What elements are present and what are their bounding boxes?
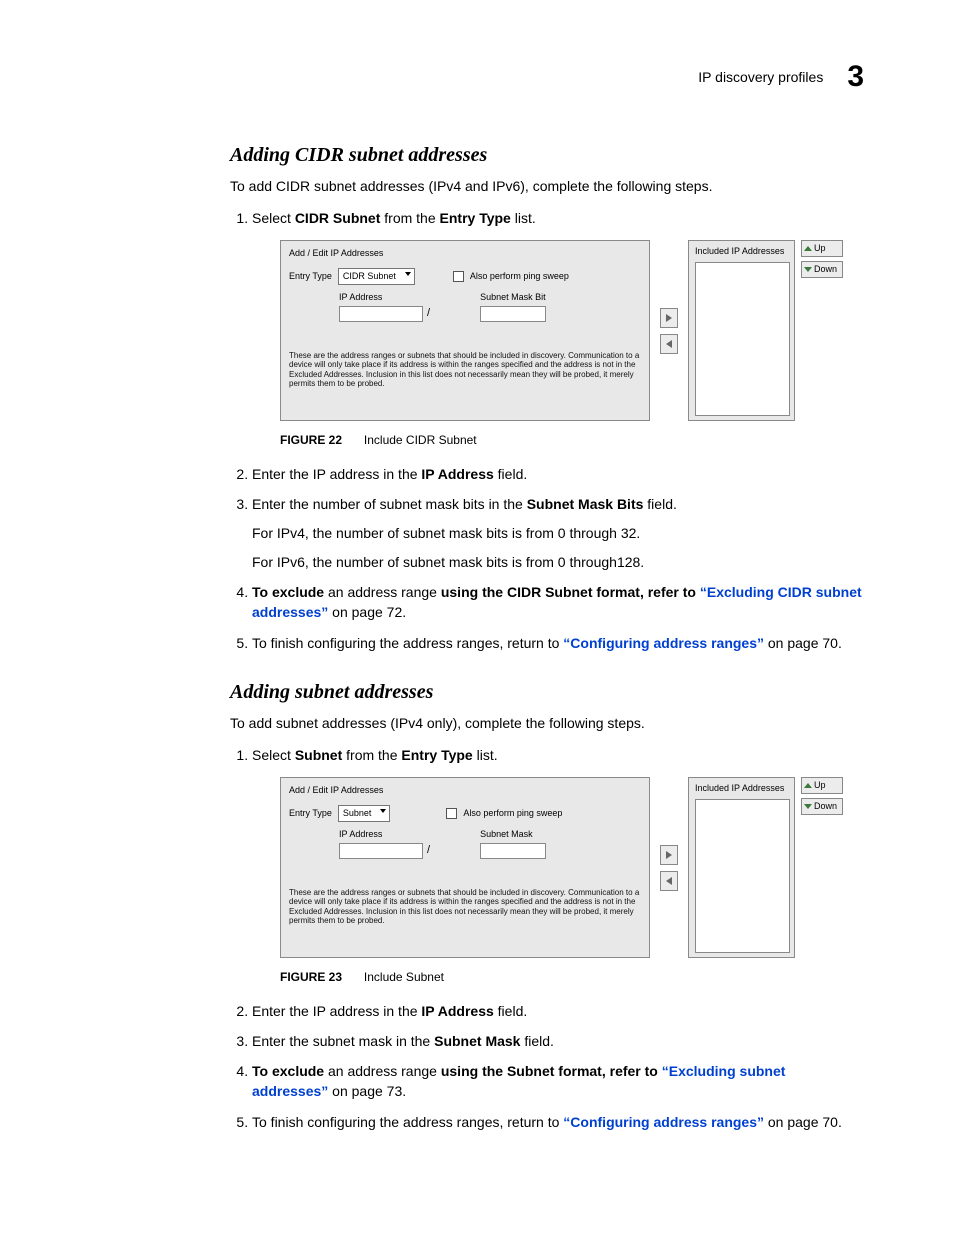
ip-address-label-2: IP Address: [339, 828, 430, 841]
transfer-buttons-2: [660, 777, 678, 958]
move-up-button-2[interactable]: Up: [801, 777, 843, 794]
included-listbox-2[interactable]: [695, 799, 790, 953]
move-right-button[interactable]: [660, 308, 678, 328]
transfer-buttons: [660, 240, 678, 421]
chapter-number: 3: [847, 60, 864, 94]
panel-description-2: These are the address ranges or subnets …: [289, 888, 641, 925]
link-config-ranges-1[interactable]: “Configuring address ranges”: [563, 635, 764, 651]
included-title: Included IP Addresses: [695, 245, 788, 258]
ip-address-input-2[interactable]: [339, 843, 423, 859]
move-left-button[interactable]: [660, 334, 678, 354]
move-up-button[interactable]: Up: [801, 240, 843, 257]
subnet-mask-bit-input[interactable]: [480, 306, 546, 322]
figure-22-caption: FIGURE 22 Include CIDR Subnet: [280, 429, 864, 449]
slash-sep-2: /: [427, 843, 430, 860]
slash-sep: /: [427, 306, 430, 323]
header-title: IP discovery profiles: [698, 69, 823, 85]
chevron-down-icon: [405, 272, 411, 276]
entry-type-select-2[interactable]: Subnet: [338, 805, 391, 822]
section2-step5: To finish configuring the address ranges…: [252, 1112, 864, 1132]
section2-step3: Enter the subnet mask in the Subnet Mask…: [252, 1031, 864, 1051]
triangle-up-icon: [804, 783, 812, 788]
section1-step2: Enter the IP address in the IP Address f…: [252, 464, 864, 484]
triangle-down-icon: [804, 267, 812, 272]
subnet-mask-input-2[interactable]: [480, 843, 546, 859]
panel-title: Add / Edit IP Addresses: [289, 247, 641, 260]
figure-23-dialog: Add / Edit IP Addresses Entry Type Subne…: [280, 777, 885, 958]
section1-step4: To exclude an address range using the CI…: [252, 582, 864, 623]
triangle-down-icon: [804, 804, 812, 809]
ip-address-input[interactable]: [339, 306, 423, 322]
ping-sweep-label-2: Also perform ping sweep: [463, 807, 562, 820]
section2-intro: To add subnet addresses (IPv4 only), com…: [230, 714, 864, 733]
move-down-button[interactable]: Down: [801, 261, 843, 278]
ping-sweep-checkbox[interactable]: [453, 271, 464, 282]
move-right-button-2[interactable]: [660, 845, 678, 865]
ip-address-label: IP Address: [339, 291, 430, 304]
section2-step1: Select Subnet from the Entry Type list. …: [252, 745, 864, 987]
panel-title-2: Add / Edit IP Addresses: [289, 784, 641, 797]
entry-type-label: Entry Type: [289, 270, 332, 283]
included-panel: Included IP Addresses: [688, 240, 795, 421]
subnet-mask-label-2: Subnet Mask: [480, 828, 546, 841]
move-left-button-2[interactable]: [660, 871, 678, 891]
link-config-ranges-2[interactable]: “Configuring address ranges”: [563, 1114, 764, 1130]
section-heading-subnet: Adding subnet addresses: [230, 681, 864, 704]
add-edit-panel-2: Add / Edit IP Addresses Entry Type Subne…: [280, 777, 650, 958]
page-header: IP discovery profiles 3: [90, 60, 864, 94]
section-heading-cidr: Adding CIDR subnet addresses: [230, 144, 864, 167]
subnet-mask-bit-label: Subnet Mask Bit: [480, 291, 546, 304]
included-panel-2: Included IP Addresses: [688, 777, 795, 958]
section1-step1: Select CIDR Subnet from the Entry Type l…: [252, 208, 864, 450]
ping-sweep-checkbox-2[interactable]: [446, 808, 457, 819]
entry-type-select[interactable]: CIDR Subnet: [338, 268, 415, 285]
add-edit-panel: Add / Edit IP Addresses Entry Type CIDR …: [280, 240, 650, 421]
move-down-button-2[interactable]: Down: [801, 798, 843, 815]
section1-step3: Enter the number of subnet mask bits in …: [252, 494, 864, 572]
panel-description: These are the address ranges or subnets …: [289, 351, 641, 388]
section1-intro: To add CIDR subnet addresses (IPv4 and I…: [230, 177, 864, 196]
included-listbox[interactable]: [695, 262, 790, 416]
included-title-2: Included IP Addresses: [695, 782, 788, 795]
figure-22-dialog: Add / Edit IP Addresses Entry Type CIDR …: [280, 240, 885, 421]
entry-type-label-2: Entry Type: [289, 807, 332, 820]
section2-step2: Enter the IP address in the IP Address f…: [252, 1001, 864, 1021]
section1-step5: To finish configuring the address ranges…: [252, 633, 864, 653]
ping-sweep-label: Also perform ping sweep: [470, 270, 569, 283]
figure-23-caption: FIGURE 23 Include Subnet: [280, 966, 864, 986]
section2-step4: To exclude an address range using the Su…: [252, 1061, 864, 1102]
chevron-down-icon: [380, 809, 386, 813]
triangle-up-icon: [804, 246, 812, 251]
